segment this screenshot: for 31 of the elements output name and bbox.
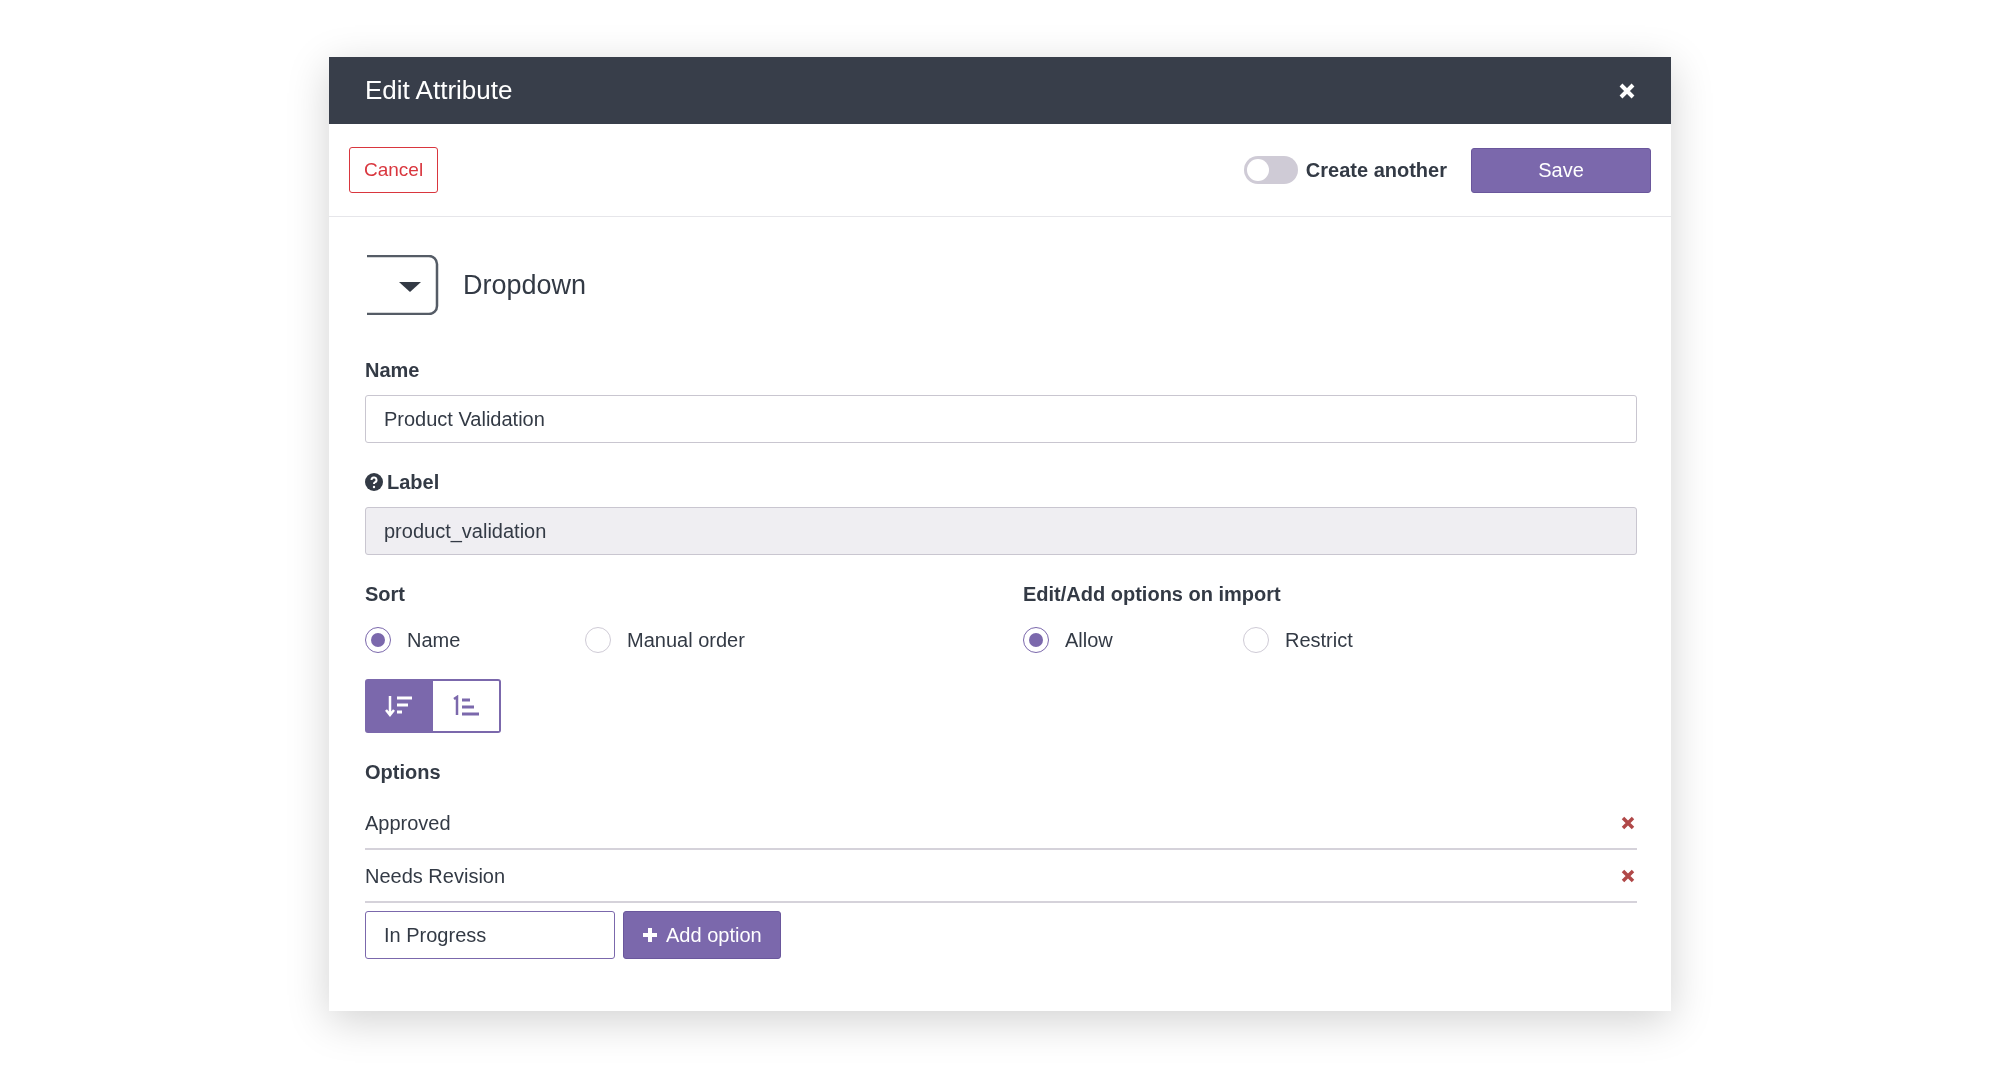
sort-descending-icon — [385, 695, 413, 717]
close-icon[interactable] — [1619, 82, 1635, 99]
option-input[interactable]: In Progress — [365, 911, 615, 959]
toggle-switch[interactable] — [1243, 156, 1298, 184]
radio-label: Name — [407, 628, 461, 653]
remove-icon[interactable] — [1621, 815, 1635, 830]
sort-order-button[interactable] — [365, 679, 433, 733]
radio-label: Restrict — [1285, 628, 1353, 653]
option-label: Needs Revision — [365, 863, 506, 889]
add-option-button[interactable]: Add option — [623, 911, 781, 959]
toggle-label: Create another — [1305, 158, 1447, 183]
radio-button[interactable] — [1023, 627, 1049, 653]
numbered-list-icon — [452, 695, 480, 717]
field-label: Label — [387, 470, 440, 495]
dropdown-icon — [365, 255, 439, 315]
remove-icon[interactable] — [1621, 868, 1635, 883]
save-button[interactable]: Save — [1471, 147, 1651, 193]
section-heading: Sort — [365, 582, 406, 607]
option-label: Approved — [365, 810, 451, 836]
plus-icon — [642, 927, 658, 943]
radio-label: Allow — [1065, 628, 1113, 653]
sort-order-button[interactable] — [433, 679, 501, 733]
dialog-title: Edit Attribute — [365, 74, 513, 107]
type-label: Dropdown — [463, 268, 587, 302]
cancel-button[interactable]: Cancel — [349, 146, 439, 194]
radio-button[interactable] — [365, 627, 391, 653]
section-heading: Edit/Add options on import — [1023, 582, 1282, 607]
section-heading: Options — [365, 760, 442, 785]
radio-label: Manual order — [627, 628, 745, 653]
text-field[interactable]: Product Validation — [365, 395, 1637, 443]
field-label: Name — [365, 358, 420, 383]
